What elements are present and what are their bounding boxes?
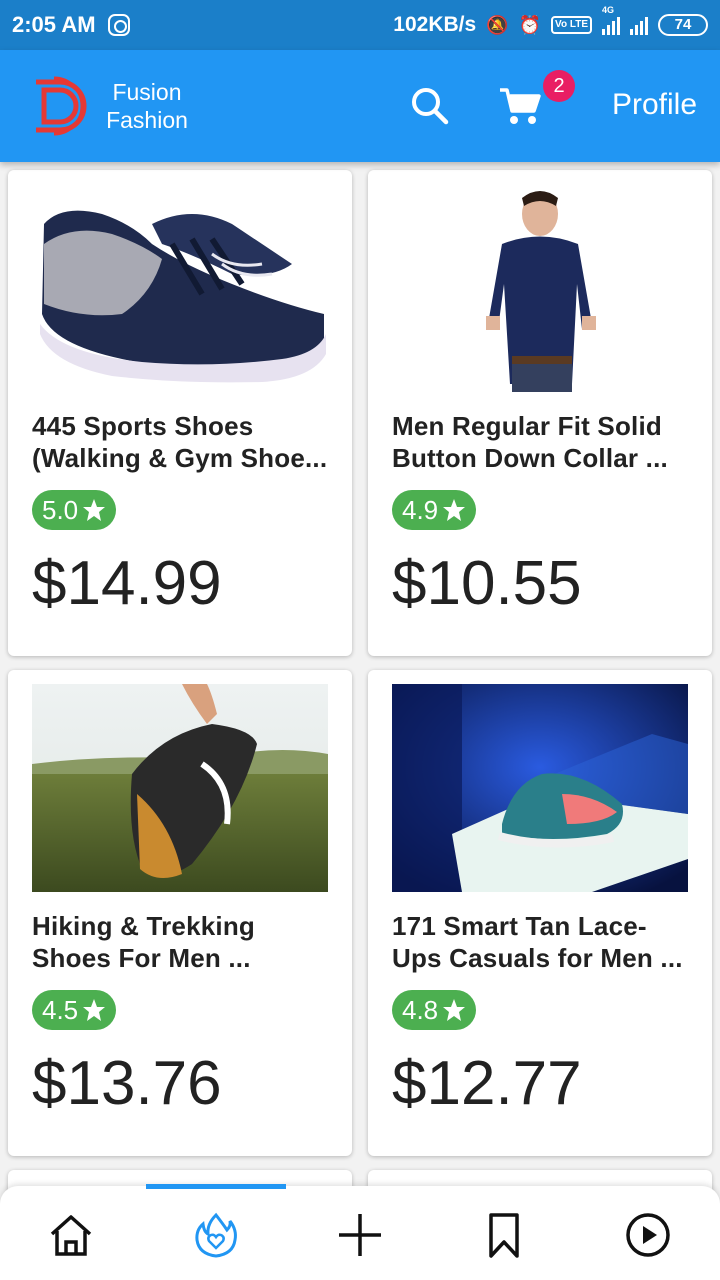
play-circle-icon[interactable] <box>625 1212 671 1258</box>
rating-value: 5.0 <box>42 494 79 525</box>
product-card[interactable]: Hiking & Trekking Shoes For Men ... 4.5 … <box>8 670 352 1156</box>
rating-value: 4.8 <box>402 994 439 1025</box>
product-title: Hiking & Trekking Shoes For Men ... <box>32 911 256 973</box>
search-icon[interactable] <box>410 86 450 126</box>
alarm-icon: ⏰ <box>518 14 542 35</box>
signal-icon <box>630 15 648 35</box>
product-image-sneaker-blue-light <box>392 684 688 892</box>
rating-value: 4.5 <box>42 994 79 1025</box>
profile-button[interactable]: Profile <box>612 88 697 122</box>
status-bar: 2:05 AM 102KB/s 🔕 ⏰ Vo LTE 4G 74 <box>0 0 720 50</box>
star-icon <box>443 499 466 521</box>
product-image-hand-holding-sneakers <box>32 684 328 892</box>
network-type: 4G <box>602 5 615 15</box>
rating-value: 4.9 <box>402 494 439 525</box>
home-icon[interactable] <box>48 1212 94 1258</box>
volte-icon: Vo LTE <box>551 16 592 34</box>
product-title: 445 Sports Shoes (Walking & Gym Shoe... <box>32 411 328 473</box>
star-icon <box>83 999 106 1021</box>
product-title: 171 Smart Tan Lace- Ups Casuals for Men … <box>392 911 683 973</box>
brand-logo-icon <box>36 76 87 136</box>
app-bar: Fusion Fashion 2 Profile <box>0 50 720 162</box>
battery-indicator: 74 <box>658 14 708 36</box>
brand-line-2: Fashion <box>106 107 188 133</box>
rating-badge: 5.0 <box>32 490 117 530</box>
product-price: $10.55 <box>392 549 582 618</box>
product-card[interactable]: 445 Sports Shoes (Walking & Gym Shoe... … <box>8 170 352 656</box>
cart-count-badge: 2 <box>543 70 575 102</box>
bottom-navigation <box>0 1184 720 1280</box>
notifications-off-icon: 🔕 <box>486 14 509 35</box>
product-title: Men Regular Fit Solid Button Down Collar… <box>392 411 668 473</box>
product-price: $12.77 <box>392 1049 582 1118</box>
active-tab-indicator <box>146 1184 286 1189</box>
brand-name[interactable]: Fusion Fashion <box>104 78 190 134</box>
product-price: $13.76 <box>32 1049 222 1118</box>
product-image-man-navy-shirt <box>392 184 688 392</box>
add-icon[interactable] <box>337 1212 383 1258</box>
signal-4g-icon: 4G <box>602 5 620 35</box>
product-price: $14.99 <box>32 549 222 618</box>
rating-badge: 4.8 <box>392 990 477 1030</box>
product-card[interactable]: Men Regular Fit Solid Button Down Collar… <box>368 170 712 656</box>
brand-line-1: Fusion <box>112 79 182 105</box>
cart-icon[interactable] <box>498 86 542 126</box>
network-speed: 102KB/s <box>393 13 477 36</box>
bookmark-icon[interactable] <box>481 1212 527 1258</box>
trending-flame-icon[interactable] <box>193 1212 239 1258</box>
rating-badge: 4.5 <box>32 990 117 1030</box>
instagram-notification-icon <box>107 14 130 36</box>
product-image-navy-sports-shoe <box>32 184 328 392</box>
product-card[interactable]: 171 Smart Tan Lace- Ups Casuals for Men … <box>368 670 712 1156</box>
rating-badge: 4.9 <box>392 490 477 530</box>
status-time: 2:05 AM <box>12 12 96 37</box>
star-icon <box>83 499 106 521</box>
star-icon <box>443 999 466 1021</box>
